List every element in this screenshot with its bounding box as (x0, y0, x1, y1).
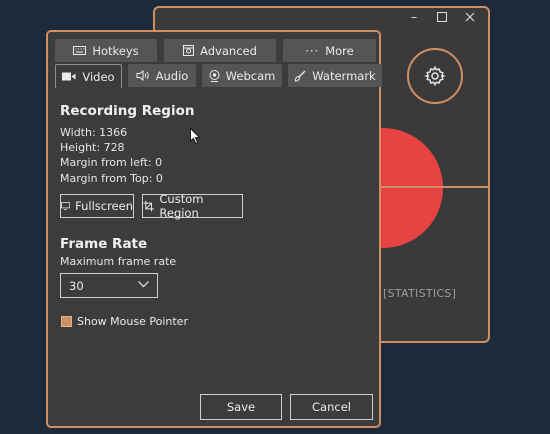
brush-icon (295, 70, 306, 82)
mouse-cursor-icon (190, 128, 201, 145)
tab-more-label: More (325, 43, 354, 58)
tab-audio[interactable]: Audio (128, 64, 196, 87)
tab-video-label: Video (82, 69, 115, 84)
save-button[interactable]: Save (200, 394, 282, 420)
show-mouse-checkbox[interactable] (61, 316, 72, 327)
save-button-label: Save (226, 400, 256, 414)
ellipsis-icon: ··· (305, 43, 320, 58)
custom-region-button-label: Custom Region (159, 192, 204, 220)
chevron-down-icon (138, 281, 149, 288)
tab-advanced[interactable]: Advanced (164, 39, 276, 62)
frame-rate-select[interactable]: 30 (60, 273, 158, 298)
window-controls: – (408, 11, 476, 24)
keyboard-icon (73, 46, 87, 55)
tab-hotkeys[interactable]: Hotkeys (55, 39, 157, 62)
minimize-icon[interactable]: – (408, 11, 420, 24)
tab-webcam-label: Webcam (225, 68, 276, 83)
maximize-icon[interactable] (436, 12, 448, 24)
gear-icon (424, 65, 446, 87)
tab-advanced-label: Advanced (200, 43, 257, 58)
tab-hotkeys-label: Hotkeys (92, 43, 139, 58)
width-readout: Width: 1366 (60, 126, 128, 139)
tab-more[interactable]: ··· More (283, 39, 376, 62)
webcam-icon (209, 69, 220, 82)
tab-webcam[interactable]: Webcam (202, 64, 282, 87)
height-readout: Height: 728 (60, 141, 125, 154)
settings-button[interactable] (407, 48, 463, 104)
statistics-label: [STATISTICS] (383, 287, 457, 300)
crop-icon (143, 200, 154, 212)
monitor-icon (61, 202, 71, 210)
max-frame-rate-label: Maximum frame rate (60, 255, 177, 268)
margin-top-readout: Margin from Top: 0 (60, 172, 163, 185)
tab-video[interactable]: Video (55, 64, 122, 88)
settings-window: Hotkeys Advanced ··· More Video Audio We… (46, 30, 382, 428)
divider (380, 186, 488, 188)
tab-watermark-label: Watermark (312, 68, 376, 83)
advanced-icon (183, 45, 195, 56)
tab-row-bottom: Video Audio Webcam Watermark (55, 64, 382, 88)
show-mouse-row[interactable]: Show Mouse Pointer (61, 315, 188, 328)
close-icon[interactable] (464, 12, 476, 24)
margin-left-readout: Margin from left: 0 (60, 156, 163, 169)
show-mouse-label: Show Mouse Pointer (77, 315, 188, 328)
custom-region-button[interactable]: Custom Region (142, 192, 243, 220)
tab-row-top: Hotkeys Advanced ··· More (55, 39, 376, 62)
fullscreen-button-label: Fullscreen (75, 199, 133, 213)
tab-watermark[interactable]: Watermark (288, 64, 382, 87)
cancel-button-label: Cancel (312, 400, 351, 414)
frame-rate-title: Frame Rate (60, 236, 148, 252)
tab-audio-label: Audio (155, 68, 189, 83)
cancel-button[interactable]: Cancel (290, 394, 373, 420)
fullscreen-button[interactable]: Fullscreen (60, 194, 134, 218)
speaker-icon (136, 70, 149, 81)
recording-region-title: Recording Region (60, 103, 195, 119)
video-camera-icon (62, 72, 76, 81)
frame-rate-value: 30 (69, 278, 84, 293)
